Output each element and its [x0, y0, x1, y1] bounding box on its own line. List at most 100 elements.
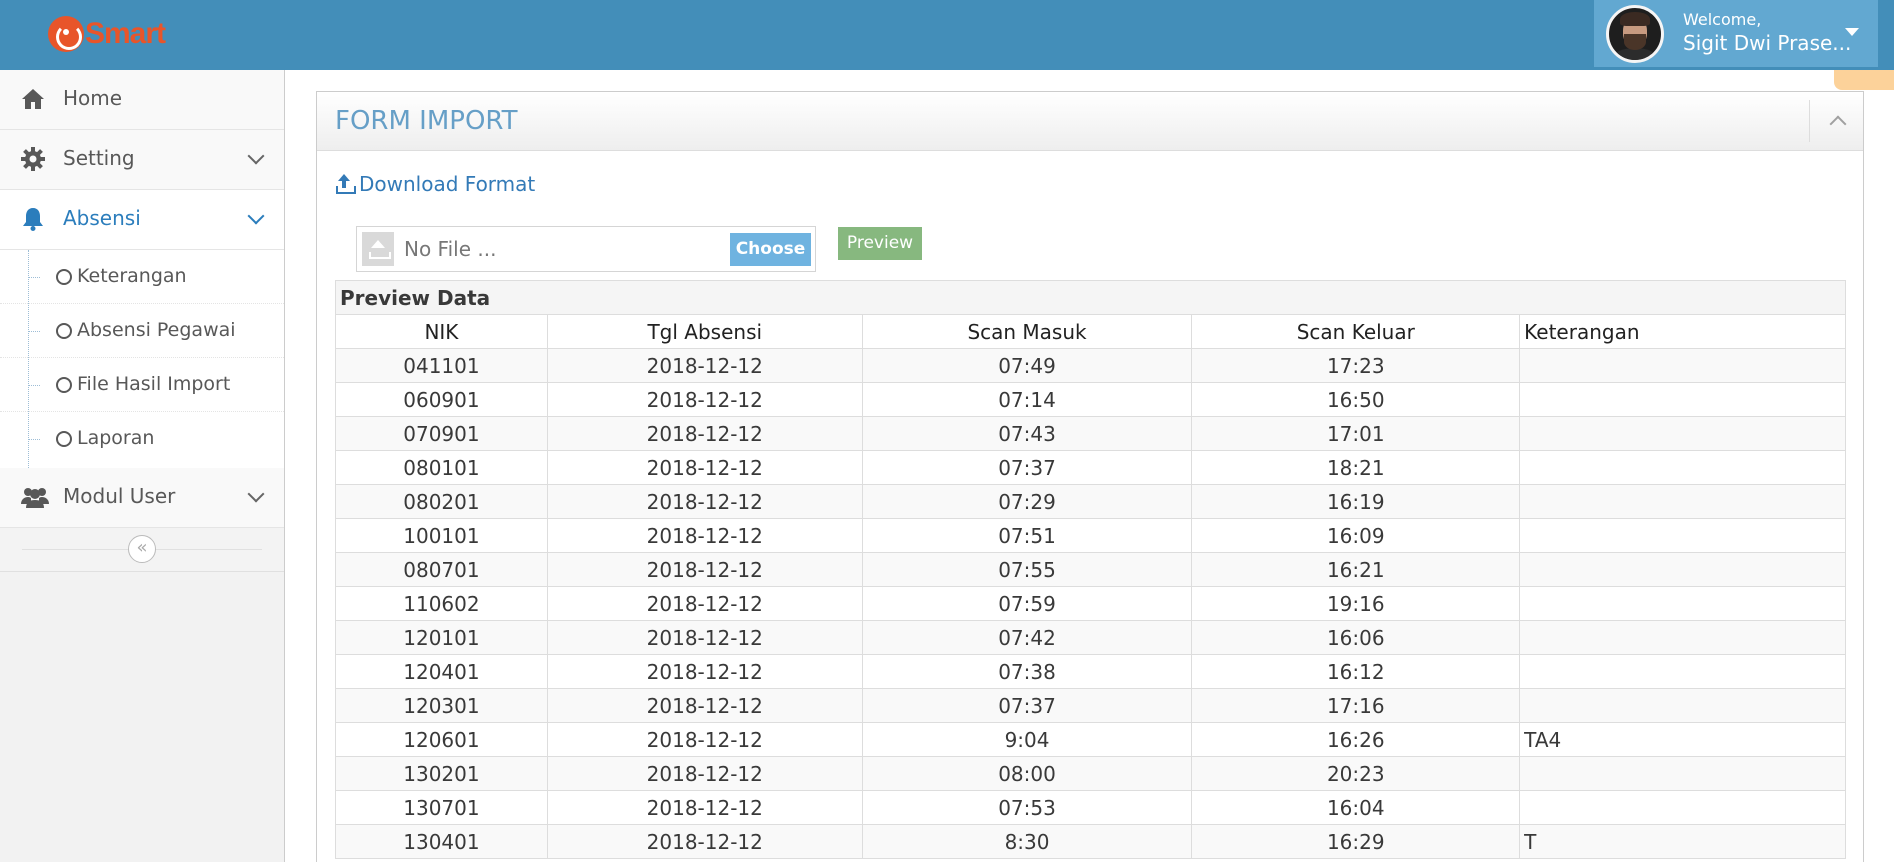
- table-cell: 07:51: [861, 518, 1193, 553]
- table-cell: [1519, 552, 1846, 587]
- table-cell: [1519, 586, 1846, 621]
- table-row: 080101 2018-12-12 07:37 18:21: [335, 450, 1846, 485]
- table-cell: [1519, 450, 1846, 485]
- home-icon: [22, 89, 44, 109]
- table-cell: 2018-12-12: [546, 348, 863, 383]
- sidebar-collapse-bar: «: [0, 528, 284, 572]
- table-cell: 16:19: [1191, 484, 1521, 519]
- circle-icon: [56, 323, 72, 339]
- user-menu[interactable]: Welcome, Sigit Dwi Prase...: [1594, 0, 1878, 67]
- table-cell: [1519, 484, 1846, 519]
- table-cell: TA4: [1519, 722, 1846, 757]
- table-cell: 07:38: [861, 654, 1193, 689]
- submenu-item-label: Keterangan: [77, 265, 187, 287]
- sidebar-item-label: Home: [63, 86, 123, 110]
- smart-logo-icon: [48, 16, 84, 52]
- chevron-down-icon: [247, 147, 265, 165]
- table-cell: 2018-12-12: [546, 722, 863, 757]
- top-navbar: Smart Welcome, Sigit Dwi Prase...: [0, 0, 1894, 70]
- table-cell: 060901: [335, 382, 548, 417]
- column-header-scan-masuk[interactable]: Scan Masuk: [861, 314, 1193, 349]
- table-cell: [1519, 790, 1846, 825]
- widget-header: FORM IMPORT: [317, 92, 1863, 151]
- table-cell: 16:50: [1191, 382, 1521, 417]
- table-cell: 07:53: [861, 790, 1193, 825]
- submenu-item-absensi-pegawai[interactable]: Absensi Pegawai: [0, 304, 284, 358]
- table-cell: 07:37: [861, 450, 1193, 485]
- table-row: 120601 2018-12-12 9:04 16:26 TA4: [335, 722, 1846, 757]
- table-cell: 130201: [335, 756, 548, 791]
- column-header-keterangan[interactable]: Keterangan: [1519, 314, 1846, 349]
- table-cell: 080201: [335, 484, 548, 519]
- upload-icon: [335, 174, 356, 194]
- table-cell: 07:42: [861, 620, 1193, 655]
- table-row: 080701 2018-12-12 07:55 16:21: [335, 552, 1846, 587]
- column-header-tgl-absensi[interactable]: Tgl Absensi: [546, 314, 863, 349]
- brand-name: Smart: [85, 17, 166, 50]
- table-cell: 110602: [335, 586, 548, 621]
- table-cell: 07:29: [861, 484, 1193, 519]
- submenu-item-laporan[interactable]: Laporan: [0, 412, 284, 466]
- table-cell: 130401: [335, 824, 548, 859]
- table-cell: 100101: [335, 518, 548, 553]
- sidebar-item-setting[interactable]: Setting: [0, 130, 284, 190]
- table-cell: 080101: [335, 450, 548, 485]
- user-name: Sigit Dwi Prase...: [1683, 31, 1852, 55]
- sidebar-item-modul-user[interactable]: Modul User: [0, 468, 284, 528]
- table-cell: [1519, 620, 1846, 655]
- column-header-scan-keluar[interactable]: Scan Keluar: [1191, 314, 1521, 349]
- table-cell: 8:30: [861, 824, 1193, 859]
- table-cell: 07:43: [861, 416, 1193, 451]
- submenu-item-label: Laporan: [77, 427, 155, 449]
- sidebar-item-absensi[interactable]: Absensi: [0, 190, 284, 250]
- table-cell: 2018-12-12: [546, 756, 863, 791]
- table-cell: 07:59: [861, 586, 1193, 621]
- table-cell: 2018-12-12: [546, 654, 863, 689]
- table-cell: 16:21: [1191, 552, 1521, 587]
- avatar: [1606, 5, 1664, 63]
- table-cell: 2018-12-12: [546, 484, 863, 519]
- preview-button[interactable]: Preview: [838, 227, 922, 260]
- double-chevron-left-icon[interactable]: «: [128, 535, 156, 563]
- file-input[interactable]: No File ... Choose: [356, 226, 816, 272]
- submenu-item-keterangan[interactable]: Keterangan: [0, 250, 284, 304]
- column-header-nik[interactable]: NIK: [335, 314, 548, 349]
- table-cell: 120101: [335, 620, 548, 655]
- absensi-submenu: Keterangan Absensi Pegawai File Hasil Im…: [0, 250, 284, 468]
- table-cell: 070901: [335, 416, 548, 451]
- download-format-link[interactable]: Download Format: [335, 172, 535, 196]
- circle-icon: [56, 431, 72, 447]
- table-title: Preview Data: [335, 280, 1846, 315]
- settings-tab[interactable]: [1834, 70, 1894, 90]
- table-cell: 08:00: [861, 756, 1193, 791]
- table-cell: 18:21: [1191, 450, 1521, 485]
- table-cell: 16:12: [1191, 654, 1521, 689]
- chevron-up-icon: [1829, 115, 1847, 133]
- table-cell: 080701: [335, 552, 548, 587]
- table-row: 120101 2018-12-12 07:42 16:06: [335, 620, 1846, 655]
- sidebar-item-label: Absensi: [63, 206, 141, 230]
- table-row: 110602 2018-12-12 07:59 19:16: [335, 586, 1846, 621]
- table-row: 120301 2018-12-12 07:37 17:16: [335, 688, 1846, 723]
- sidebar-item-home[interactable]: Home: [0, 70, 284, 130]
- submenu-item-label: Absensi Pegawai: [77, 319, 236, 341]
- table-cell: 130701: [335, 790, 548, 825]
- collapse-widget-button[interactable]: [1809, 100, 1863, 142]
- table-cell: 2018-12-12: [546, 586, 863, 621]
- table-cell: 9:04: [861, 722, 1193, 757]
- table-cell: 17:16: [1191, 688, 1521, 723]
- chevron-down-icon: [247, 485, 265, 503]
- table-cell: 20:23: [1191, 756, 1521, 791]
- submenu-item-file-hasil-import[interactable]: File Hasil Import: [0, 358, 284, 412]
- choose-file-button[interactable]: Choose: [730, 233, 811, 266]
- table-cell: [1519, 348, 1846, 383]
- users-icon: [21, 488, 49, 508]
- table-row: 130701 2018-12-12 07:53 16:04: [335, 790, 1846, 825]
- upload-file-icon: [362, 232, 394, 266]
- table-cell: [1519, 416, 1846, 451]
- brand-logo[interactable]: Smart: [48, 14, 166, 54]
- table-cell: 2018-12-12: [546, 552, 863, 587]
- table-cell: 2018-12-12: [546, 824, 863, 859]
- sidebar: Home Setting Absensi Keterangan Absensi …: [0, 70, 285, 862]
- table-cell: 2018-12-12: [546, 382, 863, 417]
